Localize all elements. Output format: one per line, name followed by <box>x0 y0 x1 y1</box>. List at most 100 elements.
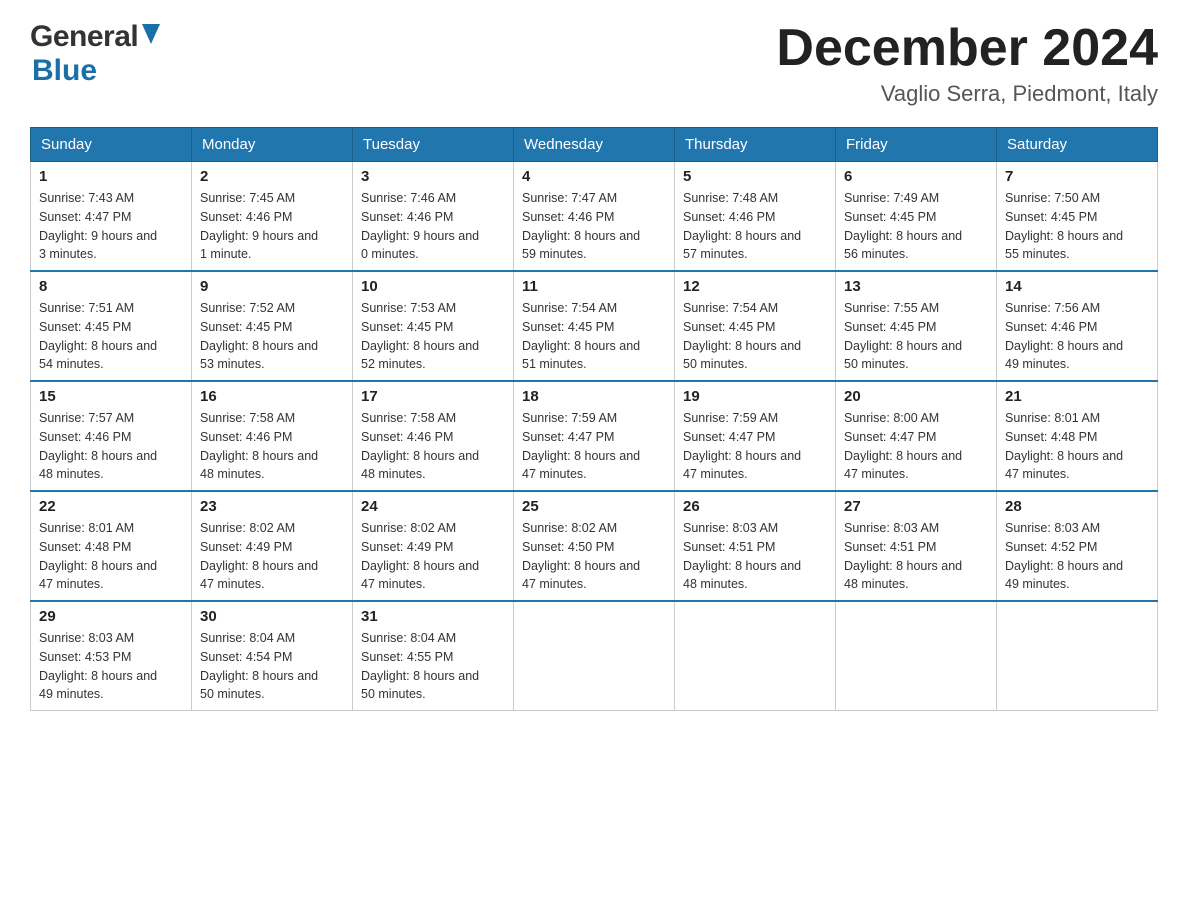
col-monday: Monday <box>192 128 353 162</box>
day-info: Sunrise: 7:49 AMSunset: 4:45 PMDaylight:… <box>844 189 988 264</box>
day-number: 10 <box>361 278 505 295</box>
calendar-cell: 17Sunrise: 7:58 AMSunset: 4:46 PMDayligh… <box>353 381 514 491</box>
calendar-cell: 1 Sunrise: 7:43 AMSunset: 4:47 PMDaylight… <box>31 162 192 272</box>
day-number: 7 <box>1005 168 1149 185</box>
week-row-1: 1 Sunrise: 7:43 AMSunset: 4:47 PMDaylight… <box>31 162 1158 272</box>
logo-general-text: General <box>30 20 138 54</box>
calendar-cell: 13Sunrise: 7:55 AMSunset: 4:45 PMDayligh… <box>836 271 997 381</box>
day-info: Sunrise: 8:03 AMSunset: 4:53 PMDaylight:… <box>39 629 183 704</box>
calendar-body: 1 Sunrise: 7:43 AMSunset: 4:47 PMDaylight… <box>31 162 1158 711</box>
day-info: Sunrise: 7:53 AMSunset: 4:45 PMDaylight:… <box>361 299 505 374</box>
calendar-cell: 7 Sunrise: 7:50 AMSunset: 4:45 PMDaylight… <box>997 162 1158 272</box>
col-wednesday: Wednesday <box>514 128 675 162</box>
calendar-cell: 10 Sunrise: 7:53 AMSunset: 4:45 PMDayligh… <box>353 271 514 381</box>
day-info: Sunrise: 8:00 AMSunset: 4:47 PMDaylight:… <box>844 409 988 484</box>
day-info: Sunrise: 7:48 AMSunset: 4:46 PMDaylight:… <box>683 189 827 264</box>
day-info: Sunrise: 7:45 AMSunset: 4:46 PMDaylight:… <box>200 189 344 264</box>
calendar-cell: 6 Sunrise: 7:49 AMSunset: 4:45 PMDaylight… <box>836 162 997 272</box>
day-number: 6 <box>844 168 988 185</box>
day-info: Sunrise: 8:01 AMSunset: 4:48 PMDaylight:… <box>39 519 183 594</box>
day-info: Sunrise: 7:52 AMSunset: 4:45 PMDaylight:… <box>200 299 344 374</box>
week-row-4: 22Sunrise: 8:01 AMSunset: 4:48 PMDayligh… <box>31 491 1158 601</box>
calendar-cell <box>675 601 836 711</box>
calendar-header: Sunday Monday Tuesday Wednesday Thursday… <box>31 128 1158 162</box>
day-number: 26 <box>683 498 827 515</box>
month-title: December 2024 <box>776 20 1158 77</box>
day-number: 12 <box>683 278 827 295</box>
calendar-cell: 2 Sunrise: 7:45 AMSunset: 4:46 PMDaylight… <box>192 162 353 272</box>
day-info: Sunrise: 8:04 AMSunset: 4:54 PMDaylight:… <box>200 629 344 704</box>
day-number: 1 <box>39 168 183 185</box>
day-info: Sunrise: 8:03 AMSunset: 4:52 PMDaylight:… <box>1005 519 1149 594</box>
day-number: 9 <box>200 278 344 295</box>
week-row-2: 8 Sunrise: 7:51 AMSunset: 4:45 PMDaylight… <box>31 271 1158 381</box>
day-info: Sunrise: 7:50 AMSunset: 4:45 PMDaylight:… <box>1005 189 1149 264</box>
calendar-cell: 5 Sunrise: 7:48 AMSunset: 4:46 PMDaylight… <box>675 162 836 272</box>
day-number: 21 <box>1005 388 1149 405</box>
col-friday: Friday <box>836 128 997 162</box>
calendar-cell: 19Sunrise: 7:59 AMSunset: 4:47 PMDayligh… <box>675 381 836 491</box>
calendar-cell: 12Sunrise: 7:54 AMSunset: 4:45 PMDayligh… <box>675 271 836 381</box>
day-number: 28 <box>1005 498 1149 515</box>
calendar-cell: 30 Sunrise: 8:04 AMSunset: 4:54 PMDayligh… <box>192 601 353 711</box>
calendar-cell: 22Sunrise: 8:01 AMSunset: 4:48 PMDayligh… <box>31 491 192 601</box>
calendar-cell: 15 Sunrise: 7:57 AMSunset: 4:46 PMDayligh… <box>31 381 192 491</box>
day-info: Sunrise: 7:54 AMSunset: 4:45 PMDaylight:… <box>522 299 666 374</box>
day-number: 8 <box>39 278 183 295</box>
day-number: 27 <box>844 498 988 515</box>
calendar-cell <box>836 601 997 711</box>
calendar-cell: 29 Sunrise: 8:03 AMSunset: 4:53 PMDayligh… <box>31 601 192 711</box>
day-info: Sunrise: 7:58 AMSunset: 4:46 PMDaylight:… <box>200 409 344 484</box>
day-info: Sunrise: 8:04 AMSunset: 4:55 PMDaylight:… <box>361 629 505 704</box>
day-info: Sunrise: 7:57 AMSunset: 4:46 PMDaylight:… <box>39 409 183 484</box>
day-info: Sunrise: 7:46 AMSunset: 4:46 PMDaylight:… <box>361 189 505 264</box>
day-number: 29 <box>39 608 183 625</box>
calendar-cell <box>997 601 1158 711</box>
calendar-cell: 25 Sunrise: 8:02 AMSunset: 4:50 PMDayligh… <box>514 491 675 601</box>
day-info: Sunrise: 7:59 AMSunset: 4:47 PMDaylight:… <box>522 409 666 484</box>
day-number: 4 <box>522 168 666 185</box>
calendar-cell: 8 Sunrise: 7:51 AMSunset: 4:45 PMDaylight… <box>31 271 192 381</box>
calendar-table: Sunday Monday Tuesday Wednesday Thursday… <box>30 127 1158 711</box>
page-header: General Blue December 2024 Vaglio Serra,… <box>30 20 1158 107</box>
day-number: 5 <box>683 168 827 185</box>
col-sunday: Sunday <box>31 128 192 162</box>
calendar-cell: 18 Sunrise: 7:59 AMSunset: 4:47 PMDayligh… <box>514 381 675 491</box>
calendar-cell: 14Sunrise: 7:56 AMSunset: 4:46 PMDayligh… <box>997 271 1158 381</box>
day-info: Sunrise: 8:03 AMSunset: 4:51 PMDaylight:… <box>683 519 827 594</box>
day-info: Sunrise: 7:47 AMSunset: 4:46 PMDaylight:… <box>522 189 666 264</box>
logo-blue-text: Blue <box>32 54 97 88</box>
day-number: 23 <box>200 498 344 515</box>
day-info: Sunrise: 8:01 AMSunset: 4:48 PMDaylight:… <box>1005 409 1149 484</box>
col-tuesday: Tuesday <box>353 128 514 162</box>
day-info: Sunrise: 8:03 AMSunset: 4:51 PMDaylight:… <box>844 519 988 594</box>
day-info: Sunrise: 7:56 AMSunset: 4:46 PMDaylight:… <box>1005 299 1149 374</box>
day-info: Sunrise: 7:43 AMSunset: 4:47 PMDaylight:… <box>39 189 183 264</box>
day-number: 30 <box>200 608 344 625</box>
week-row-3: 15 Sunrise: 7:57 AMSunset: 4:46 PMDayligh… <box>31 381 1158 491</box>
day-number: 17 <box>361 388 505 405</box>
day-number: 16 <box>200 388 344 405</box>
day-info: Sunrise: 8:02 AMSunset: 4:49 PMDaylight:… <box>361 519 505 594</box>
calendar-cell: 23 Sunrise: 8:02 AMSunset: 4:49 PMDayligh… <box>192 491 353 601</box>
day-info: Sunrise: 7:55 AMSunset: 4:45 PMDaylight:… <box>844 299 988 374</box>
calendar-cell: 21 Sunrise: 8:01 AMSunset: 4:48 PMDayligh… <box>997 381 1158 491</box>
calendar-cell: 24Sunrise: 8:02 AMSunset: 4:49 PMDayligh… <box>353 491 514 601</box>
day-number: 2 <box>200 168 344 185</box>
day-number: 15 <box>39 388 183 405</box>
day-number: 19 <box>683 388 827 405</box>
calendar-cell: 20 Sunrise: 8:00 AMSunset: 4:47 PMDayligh… <box>836 381 997 491</box>
logo: General Blue <box>30 20 162 88</box>
header-row: Sunday Monday Tuesday Wednesday Thursday… <box>31 128 1158 162</box>
day-info: Sunrise: 8:02 AMSunset: 4:49 PMDaylight:… <box>200 519 344 594</box>
location-text: Vaglio Serra, Piedmont, Italy <box>776 81 1158 107</box>
calendar-cell: 27 Sunrise: 8:03 AMSunset: 4:51 PMDayligh… <box>836 491 997 601</box>
title-block: December 2024 Vaglio Serra, Piedmont, It… <box>776 20 1158 107</box>
day-number: 25 <box>522 498 666 515</box>
calendar-cell: 9 Sunrise: 7:52 AMSunset: 4:45 PMDaylight… <box>192 271 353 381</box>
day-info: Sunrise: 7:51 AMSunset: 4:45 PMDaylight:… <box>39 299 183 374</box>
day-info: Sunrise: 8:02 AMSunset: 4:50 PMDaylight:… <box>522 519 666 594</box>
day-number: 18 <box>522 388 666 405</box>
day-number: 20 <box>844 388 988 405</box>
calendar-cell: 11Sunrise: 7:54 AMSunset: 4:45 PMDayligh… <box>514 271 675 381</box>
